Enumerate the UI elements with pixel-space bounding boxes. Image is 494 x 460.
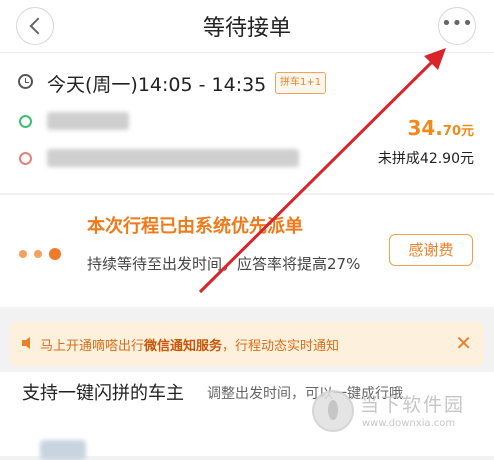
watermark-text: 当下软件园 [360,394,466,416]
watermark-url: www.downxia.com [362,418,456,429]
price-integer: 34. [407,116,443,140]
carpool-badge: 拼车1+1 [275,72,327,94]
status-title: 本次行程已由系统优先派单 [87,216,303,237]
promo-title: 支持一键闪拼的车主 [22,383,184,404]
page-title: 等待接单 [202,16,291,41]
end-point-icon [19,152,32,165]
notice-text: 马上开通嘀嗒出行微信通知服务，行程动态实时通知 [40,339,340,354]
more-dots-icon: ••• [441,13,473,34]
notification-banner[interactable]: 马上开通嘀嗒出行微信通知服务，行程动态实时通知 ✕ [10,322,484,366]
top-bar: 等待接单 ••• [0,0,494,53]
price-decimal: 70元 [442,124,474,139]
speaker-icon [22,337,30,349]
waiting-dots-icon [19,243,68,262]
trip-time: 今天(周一)14:05 - 14:35 [47,74,267,96]
clock-icon [18,74,33,89]
end-location-blurred [47,149,299,167]
start-location-blurred [47,112,129,130]
trip-price: 34.70元 [407,116,474,140]
thanks-fee-button[interactable]: 感谢费 [389,234,473,266]
watermark-logo: 当下软件园 www.downxia.com [312,388,472,448]
avatar [40,440,86,460]
status-description: 持续等待至出发时间，应答率将提高27% [87,255,361,273]
watermark-icon [312,390,354,432]
close-icon[interactable]: ✕ [455,332,472,354]
more-options-button[interactable]: ••• [438,7,476,45]
price-note: 未拼成42.90元 [377,151,474,167]
start-point-icon [19,115,32,128]
